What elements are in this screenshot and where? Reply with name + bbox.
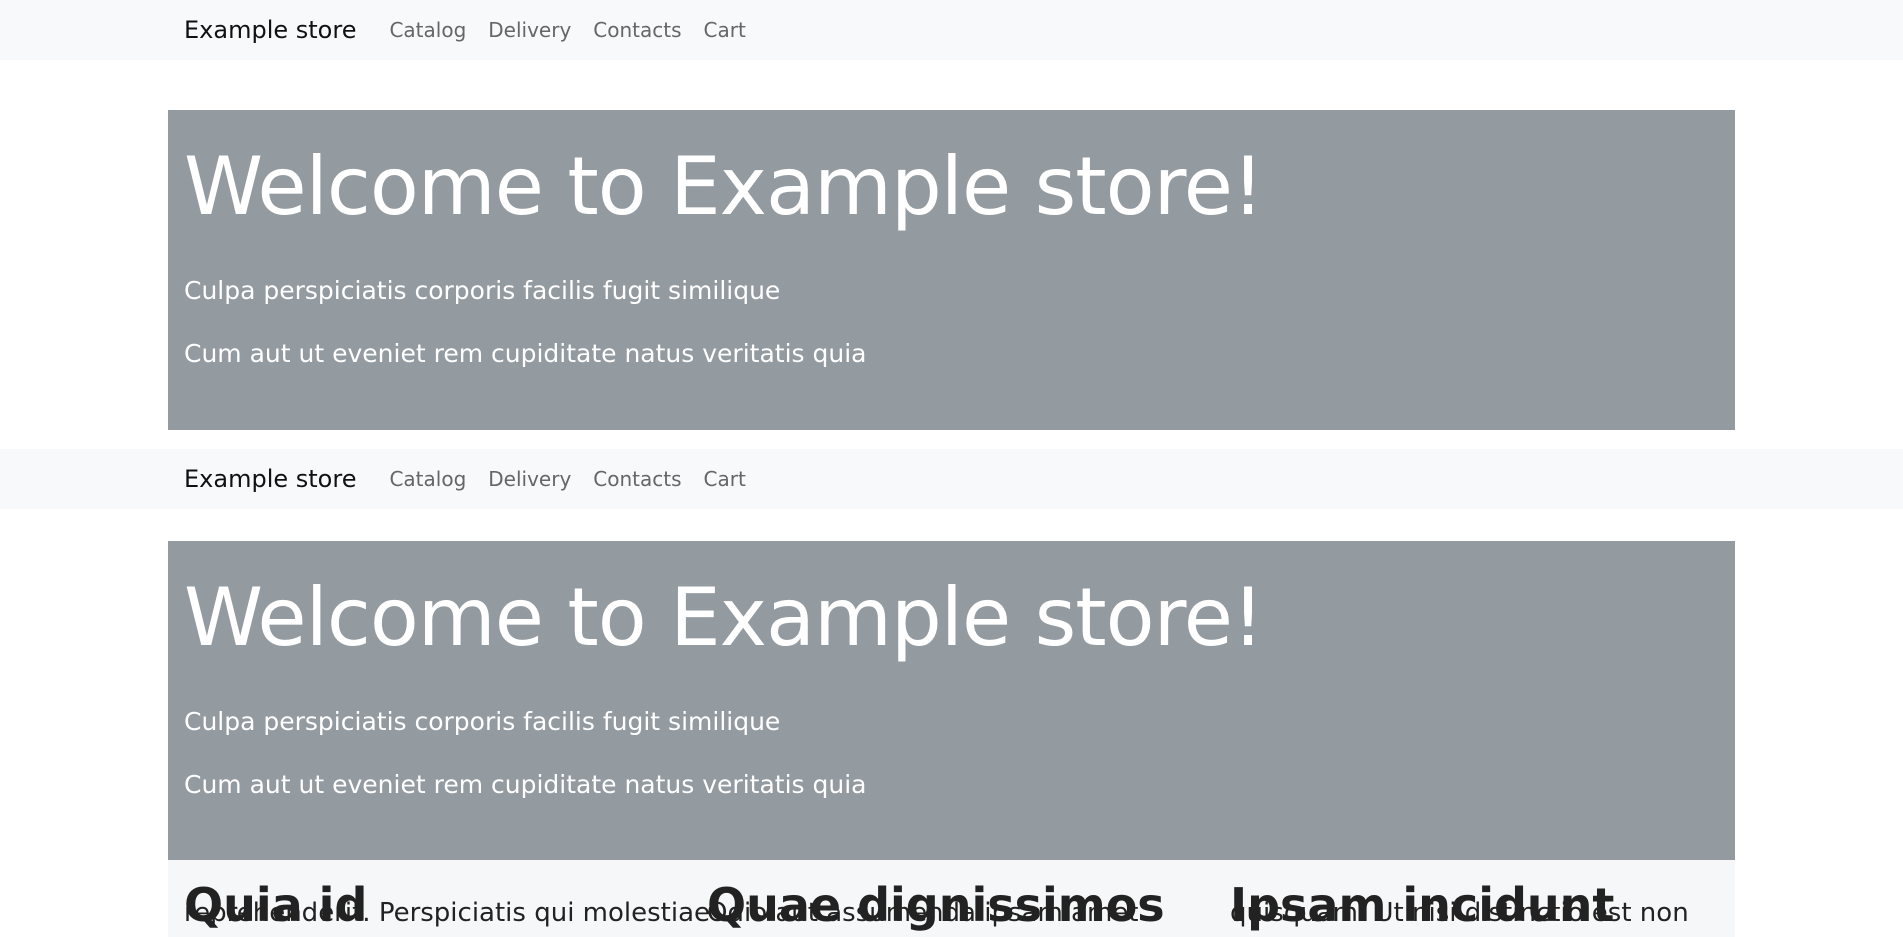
nav-link-delivery[interactable]: Delivery bbox=[488, 18, 571, 42]
hero-text-line-2: Cum aut ut eveniet rem cupiditate natus … bbox=[184, 339, 867, 368]
hero-banner-second: Welcome to Example store! Culpa perspici… bbox=[168, 541, 1735, 861]
brand-link[interactable]: Example store bbox=[184, 465, 356, 493]
brand-link[interactable]: Example store bbox=[184, 16, 356, 44]
nav-link-catalog[interactable]: Catalog bbox=[389, 18, 466, 42]
navbar-top: Example store Catalog Delivery Contacts … bbox=[0, 0, 1903, 60]
nav-link-cart[interactable]: Cart bbox=[704, 18, 746, 42]
nav-link-delivery[interactable]: Delivery bbox=[488, 467, 571, 491]
nav-link-contacts[interactable]: Contacts bbox=[593, 467, 681, 491]
hero-text-line-1: Culpa perspiciatis corporis facilis fugi… bbox=[184, 276, 781, 305]
nav-link-contacts[interactable]: Contacts bbox=[593, 18, 681, 42]
product-card-text: reprehenderit. Perspiciatis qui molestia… bbox=[184, 898, 711, 928]
navbar-top-inner: Example store Catalog Delivery Contacts … bbox=[184, 0, 768, 60]
product-cards-section: Quia id reprehenderit. Perspiciatis qui … bbox=[168, 860, 1735, 937]
navbar-second-inner: Example store Catalog Delivery Contacts … bbox=[184, 449, 768, 509]
product-card-text: Odio aut assumenda ipsam amet bbox=[707, 898, 1139, 928]
nav-link-cart[interactable]: Cart bbox=[704, 467, 746, 491]
hero-title: Welcome to Example store! bbox=[184, 571, 1264, 664]
hero-banner-top: Welcome to Example store! Culpa perspici… bbox=[168, 110, 1735, 430]
hero-title: Welcome to Example store! bbox=[184, 140, 1264, 233]
navbar-second: Example store Catalog Delivery Contacts … bbox=[0, 449, 1903, 509]
product-card-text: quisquam. Ut nisi distinctio est non bbox=[1230, 898, 1689, 928]
nav-link-catalog[interactable]: Catalog bbox=[389, 467, 466, 491]
hero-text-line-1: Culpa perspiciatis corporis facilis fugi… bbox=[184, 707, 781, 736]
hero-text-line-2: Cum aut ut eveniet rem cupiditate natus … bbox=[184, 770, 867, 799]
